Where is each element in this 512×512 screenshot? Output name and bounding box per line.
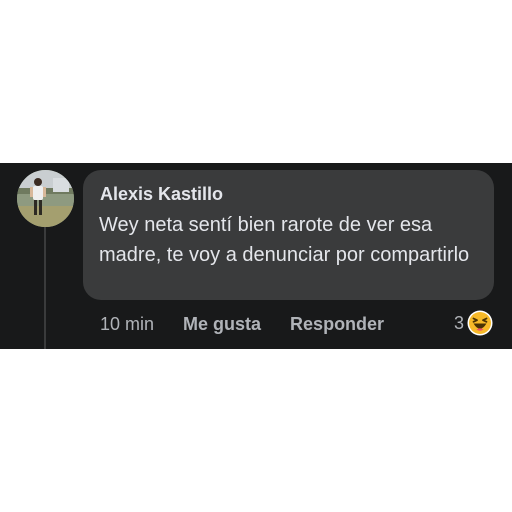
comment-bubble: Alexis Kastillo Wey neta sentí bien raro… — [83, 170, 494, 300]
like-button[interactable]: Me gusta — [183, 313, 261, 335]
haha-emoji-icon — [467, 310, 493, 336]
page: Alexis Kastillo Wey neta sentí bien raro… — [0, 0, 512, 512]
comment-author[interactable]: Alexis Kastillo — [100, 183, 478, 205]
avatar[interactable] — [17, 170, 74, 227]
thread-line — [44, 227, 46, 349]
reaction-summary[interactable]: 3 — [454, 310, 493, 336]
comment-panel: Alexis Kastillo Wey neta sentí bien raro… — [0, 163, 512, 349]
reaction-count: 3 — [454, 313, 465, 333]
comment-text: Wey neta sentí bien rarote de ver esa ma… — [99, 214, 470, 266]
comment-actions: 10 min Me gusta Responder — [100, 313, 384, 335]
comment-timestamp[interactable]: 10 min — [100, 313, 154, 335]
reply-button[interactable]: Responder — [290, 313, 384, 335]
avatar-photo — [17, 170, 74, 227]
